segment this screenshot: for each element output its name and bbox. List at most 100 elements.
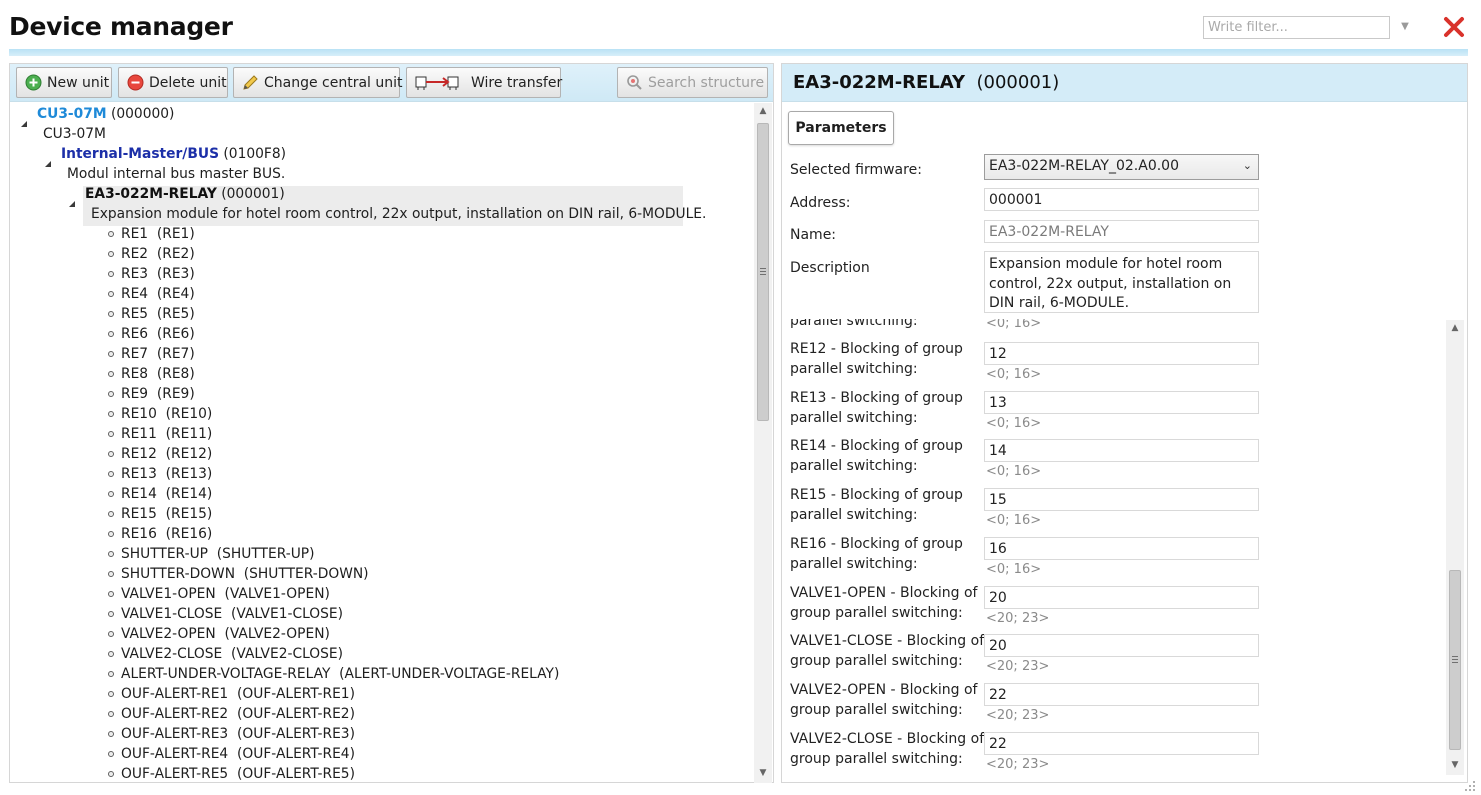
tree-leaf-item[interactable]: RE4 (RE4) <box>121 284 195 304</box>
delete-unit-button[interactable]: Delete unit <box>118 67 228 98</box>
tree-leaf-item[interactable]: RE12 (RE12) <box>121 444 212 464</box>
tree-leaf-item[interactable]: SHUTTER-UP (SHUTTER-UP) <box>121 544 315 564</box>
structure-toolbar: New unit Delete unit Change central unit… <box>10 64 773 102</box>
tree-scrollbar[interactable]: ▲ ▼ <box>754 103 772 783</box>
param-value-field[interactable]: 22 <box>984 731 1259 755</box>
param-label-line2: group parallel switching: <box>790 604 963 621</box>
parameters-scroll-thumb[interactable] <box>1449 570 1461 750</box>
tree-leaf-item[interactable]: VALVE1-OPEN (VALVE1-OPEN) <box>121 584 330 604</box>
tree-leaf-item[interactable]: OUF-ALERT-RE1 (OUF-ALERT-RE1) <box>121 684 355 704</box>
search-structure-label: Search structure <box>648 74 765 91</box>
tree-node-module[interactable]: EA3-022M-RELAY (000001) <box>85 184 285 204</box>
leaf-bullet-icon <box>108 531 114 537</box>
resize-grip-icon[interactable] <box>1461 777 1477 793</box>
header-accent-bar <box>9 49 1468 56</box>
tree-leaf-item[interactable]: RE1 (RE1) <box>121 224 195 244</box>
tree-leaf-item[interactable]: OUF-ALERT-RE4 (OUF-ALERT-RE4) <box>121 744 355 764</box>
param-value-field[interactable]: 20 <box>984 585 1259 609</box>
param-value-field[interactable]: 22 <box>984 682 1259 706</box>
param-label-line1: VALVE1-CLOSE - Blocking of <box>790 633 985 650</box>
tree-leaf-item[interactable]: VALVE2-CLOSE (VALVE2-CLOSE) <box>121 644 343 664</box>
wire-transfer-button[interactable]: Wire transfer <box>406 67 563 98</box>
param-value-field[interactable]: 16 <box>984 536 1259 560</box>
tree-leaf-item[interactable]: RE11 (RE11) <box>121 424 212 444</box>
collapse-arrow-icon[interactable] <box>45 161 51 167</box>
tree-leaf-item[interactable]: OUF-ALERT-RE5 (OUF-ALERT-RE5) <box>121 764 355 783</box>
tree-leaf-item[interactable]: RE10 (RE10) <box>121 404 212 424</box>
param-label-line1: VALVE2-CLOSE - Blocking of <box>790 730 985 747</box>
address-label: Address: <box>790 195 851 211</box>
tree-leaf-item[interactable]: RE13 (RE13) <box>121 464 212 484</box>
tree-leaf-item[interactable]: RE2 (RE2) <box>121 244 195 264</box>
collapse-arrow-icon[interactable] <box>21 121 27 127</box>
tree-leaf-item[interactable]: RE8 (RE8) <box>121 364 195 384</box>
param-label-line2: parallel switching: <box>790 361 918 377</box>
tree-leaf-item[interactable]: RE15 (RE15) <box>121 504 212 524</box>
tree-leaf-item[interactable]: OUF-ALERT-RE2 (OUF-ALERT-RE2) <box>121 704 355 724</box>
tree-leaf-item[interactable]: VALVE1-CLOSE (VALVE1-CLOSE) <box>121 604 343 624</box>
tree-leaf-item[interactable]: RE16 (RE16) <box>121 524 212 544</box>
tree-leaf-item[interactable]: VALVE2-OPEN (VALVE2-OPEN) <box>121 624 330 644</box>
scroll-up-icon[interactable]: ▲ <box>754 103 772 119</box>
window-title: Device manager <box>9 12 233 41</box>
name-field[interactable]: EA3-022M-RELAY <box>984 220 1259 243</box>
filter-dropdown-icon[interactable]: ▼ <box>1399 20 1411 34</box>
new-unit-button[interactable]: New unit <box>16 67 112 98</box>
tree-scroll-thumb[interactable] <box>757 123 769 421</box>
filter-input[interactable] <box>1203 16 1390 39</box>
firmware-select[interactable]: EA3-022M-RELAY_02.A0.00 ⌄ <box>984 154 1259 180</box>
scroll-down-icon[interactable]: ▼ <box>754 765 772 781</box>
param-value-field[interactable]: 20 <box>984 634 1259 658</box>
tree-node-bus-desc: Modul internal bus master BUS. <box>67 166 286 182</box>
tree-node-module-code: (000001) <box>221 186 285 202</box>
leaf-bullet-icon <box>108 251 114 257</box>
parameters-scrollbar[interactable]: ▲ ▼ <box>1446 320 1464 775</box>
leaf-bullet-icon <box>108 751 114 757</box>
param-label-line1: RE13 - Blocking of group <box>790 389 963 406</box>
detail-panel: EA3-022M-RELAY (000001) Parameters Selec… <box>781 63 1468 783</box>
tree-leaf-item[interactable]: OUF-ALERT-RE3 (OUF-ALERT-RE3) <box>121 724 355 744</box>
address-field[interactable]: 000001 <box>984 188 1259 211</box>
tree-leaf-item[interactable]: ALERT-UNDER-VOLTAGE-RELAY (ALERT-UNDER-V… <box>121 664 559 684</box>
detail-code: (000001) <box>976 72 1060 93</box>
plus-circle-icon <box>25 74 42 91</box>
change-central-unit-button[interactable]: Change central unit <box>233 67 403 98</box>
tree-node-cu3[interactable]: CU3-07M (000000) <box>37 104 174 124</box>
tree-leaf-item[interactable]: RE6 (RE6) <box>121 324 195 344</box>
param-range: <20; 23> <box>986 659 1050 675</box>
close-button[interactable] <box>1441 14 1467 40</box>
collapse-arrow-icon[interactable] <box>69 201 75 207</box>
tree-leaf-item[interactable]: RE7 (RE7) <box>121 344 195 364</box>
param-value-field[interactable]: 14 <box>984 439 1259 463</box>
tree-node-bus[interactable]: Internal-Master/BUS (0100F8) <box>61 144 286 164</box>
param-value-field[interactable]: 13 <box>984 390 1259 414</box>
tree-leaf-item[interactable]: RE3 (RE3) <box>121 264 195 284</box>
leaf-bullet-icon <box>108 451 114 457</box>
param-range: <20; 23> <box>986 707 1050 723</box>
structure-panel: New unit Delete unit Change central unit… <box>9 63 774 783</box>
param-label-line2: group parallel switching: <box>790 653 963 670</box>
description-field[interactable]: Expansion module for hotel room control,… <box>984 251 1259 313</box>
param-label-line1: VALVE1-OPEN - Blocking of <box>790 584 978 601</box>
tree-leaf-item[interactable]: SHUTTER-DOWN (SHUTTER-DOWN) <box>121 564 369 584</box>
param-value-field[interactable]: 12 <box>984 342 1259 365</box>
tree-leaf-item[interactable]: RE14 (RE14) <box>121 484 212 504</box>
wire-transfer-label: Wire transfer <box>471 74 563 91</box>
tree-leaf-item[interactable]: RE5 (RE5) <box>121 304 195 324</box>
scroll-down-icon[interactable]: ▼ <box>1446 757 1464 773</box>
param-label-line2: group parallel switching: <box>790 701 963 718</box>
param-range: <0; 16> <box>986 367 1042 382</box>
chevron-down-icon: ⌄ <box>1242 159 1252 172</box>
param-value-field[interactable]: 15 <box>984 488 1259 512</box>
leaf-bullet-icon <box>108 731 114 737</box>
search-structure-button[interactable]: Search structure <box>617 67 768 98</box>
tree-leaf-item[interactable]: RE9 (RE9) <box>121 384 195 404</box>
param-partial-range: <0; 16> <box>986 319 1042 331</box>
leaf-bullet-icon <box>108 231 114 237</box>
tree-node-cu3-name: CU3-07M <box>37 106 107 122</box>
leaf-bullet-icon <box>108 711 114 717</box>
param-partial-label: parallel switching: <box>790 319 918 329</box>
tab-parameters[interactable]: Parameters <box>788 111 894 145</box>
scroll-up-icon[interactable]: ▲ <box>1446 320 1464 336</box>
param-label-line2: group parallel switching: <box>790 750 963 767</box>
